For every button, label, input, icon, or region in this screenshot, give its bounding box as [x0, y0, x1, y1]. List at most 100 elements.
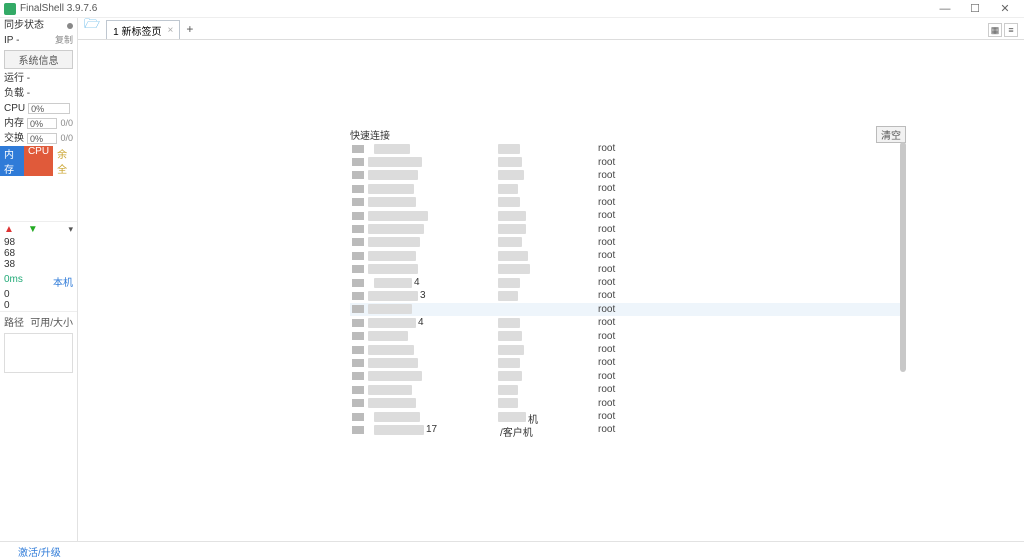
host-icon [352, 346, 364, 354]
host-label[interactable]: 本机 [53, 274, 73, 289]
host-address-cell [498, 144, 598, 154]
system-info-button[interactable]: 系统信息 [4, 50, 73, 69]
list-scrollbar[interactable] [900, 142, 906, 372]
net-arrows: ▲ ▼ ▾ [0, 222, 77, 237]
connection-row[interactable]: root [350, 196, 906, 209]
user-cell: root [598, 411, 615, 422]
host-icon [352, 265, 364, 273]
size-label: 可用/大小 [30, 314, 73, 329]
connection-row[interactable]: root [350, 142, 906, 155]
maximize-button[interactable]: ☐ [960, 2, 990, 15]
connection-row[interactable]: root [350, 209, 906, 222]
host-address-cell: 机 [498, 412, 598, 422]
host-icon [352, 198, 364, 206]
connection-row[interactable]: root [350, 303, 906, 316]
tag-cpu[interactable]: CPU [24, 146, 53, 176]
expand-arrow-icon[interactable]: ▾ [68, 224, 73, 235]
cpu-bar: 0% [28, 103, 70, 114]
clear-button[interactable]: 清空 [876, 126, 906, 143]
connection-row[interactable]: root [350, 249, 906, 262]
connection-row[interactable]: 17/客户机root [350, 423, 906, 436]
host-address-cell [498, 304, 598, 314]
tag-memory[interactable]: 内存 [0, 146, 24, 176]
connection-row[interactable]: root [350, 356, 906, 369]
host-name-cell [368, 398, 498, 408]
connection-row[interactable]: root [350, 236, 906, 249]
host-name-cell: 4 [368, 278, 498, 288]
host-address-cell [498, 197, 598, 207]
host-address-cell [498, 345, 598, 355]
host-name-cell [368, 412, 498, 422]
host-address-cell [498, 278, 598, 288]
net-stat-b: 68 [0, 248, 77, 259]
connection-row[interactable]: root [350, 155, 906, 168]
user-cell: root [598, 371, 615, 382]
grid-view-icon[interactable]: ▦ [988, 23, 1002, 37]
app-icon [4, 3, 16, 15]
new-tab-button[interactable]: + [186, 22, 193, 36]
user-cell: root [598, 398, 615, 409]
tag-remaining[interactable]: 余全 [53, 146, 77, 176]
net-stat-c: 38 [0, 259, 77, 270]
host-address-cell [498, 385, 598, 395]
workspace: 快速连接 清空 rootrootrootrootrootrootrootroot… [78, 40, 1024, 541]
connection-row[interactable]: root [350, 396, 906, 409]
connection-row[interactable]: 4 root [350, 276, 906, 289]
host-icon [352, 386, 364, 394]
connection-row[interactable]: root [350, 383, 906, 396]
connection-row[interactable]: root [350, 222, 906, 235]
user-cell: root [598, 157, 615, 168]
tab-strip: 🗁 1 新标签页 × + ▦ ≡ [78, 18, 1024, 40]
host-address-cell [498, 157, 598, 167]
connection-row[interactable]: 4root [350, 316, 906, 329]
host-name-cell [368, 184, 498, 194]
copy-link[interactable]: 复制 [55, 34, 73, 47]
user-cell: root [598, 224, 615, 235]
host-name-cell: 3 [368, 291, 498, 301]
host-icon [352, 319, 364, 327]
host-icon [352, 279, 364, 287]
connection-row[interactable]: root [350, 169, 906, 182]
host-icon [352, 305, 364, 313]
minimize-button[interactable]: — [930, 3, 960, 15]
host-icon [352, 238, 364, 246]
panel-header: 快速连接 清空 [350, 126, 906, 142]
host-name-cell [368, 197, 498, 207]
runtime-label: 运行 - [4, 72, 30, 85]
mini-chart [0, 176, 77, 222]
connection-row[interactable]: 机root [350, 410, 906, 423]
memory-ratio: 0/0 [60, 117, 73, 130]
footer-bar: 激活/升级 [0, 541, 1024, 559]
connection-row[interactable]: root [350, 329, 906, 342]
user-cell: root [598, 304, 615, 315]
host-address-cell [498, 331, 598, 341]
host-address-cell [498, 251, 598, 261]
connection-row[interactable]: root [350, 182, 906, 195]
connection-row[interactable]: root [350, 370, 906, 383]
folder-icon[interactable]: 🗁 [84, 15, 100, 37]
host-address-cell [498, 170, 598, 180]
user-cell: root [598, 264, 615, 275]
host-address-cell [498, 264, 598, 274]
connection-row[interactable]: 3root [350, 289, 906, 302]
close-button[interactable]: ✕ [990, 2, 1020, 15]
host-icon [352, 426, 364, 434]
host-icon [352, 225, 364, 233]
list-view-icon[interactable]: ≡ [1004, 23, 1018, 37]
connection-row[interactable]: root [350, 343, 906, 356]
memory-label: 内存 [4, 117, 24, 130]
tab-close-icon[interactable]: × [167, 25, 173, 36]
host-address-cell [498, 184, 598, 194]
user-cell: root [598, 424, 615, 435]
host-icon [352, 292, 364, 300]
cpu-row: CPU 0% [0, 101, 77, 116]
user-cell: root [598, 357, 615, 368]
swap-bar: 0% [27, 133, 57, 144]
user-cell: root [598, 277, 615, 288]
connection-row[interactable]: root [350, 263, 906, 276]
tab-new[interactable]: 1 新标签页 × [106, 20, 180, 39]
activate-link[interactable]: 激活/升级 [18, 548, 61, 559]
host-name-cell [368, 144, 498, 154]
user-cell: root [598, 183, 615, 194]
swap-row: 交换 0% 0/0 [0, 131, 77, 146]
